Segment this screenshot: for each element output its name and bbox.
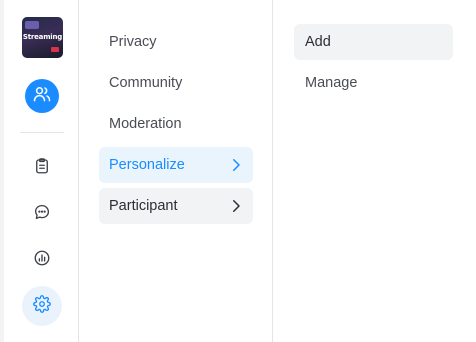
submenu-item-label: Add [305,34,331,50]
logo-text: Streaming [22,33,63,41]
rail-divider [20,132,64,133]
clipboard-icon [33,157,51,180]
rail-item-reports[interactable] [22,148,62,188]
logo-badge [51,47,59,52]
users-icon [32,84,52,109]
settings-menu: Privacy Community Moderation Personalize… [80,0,273,342]
submenu-item-label: Manage [305,75,358,91]
rail-item-analytics[interactable] [22,240,62,280]
personalize-submenu: Add Manage [274,0,474,342]
submenu-item-add[interactable]: Add [294,24,453,60]
menu-item-label: Moderation [109,116,182,132]
menu-item-community[interactable]: Community [99,65,253,101]
gear-icon [33,294,51,318]
menu-item-privacy[interactable]: Privacy [99,24,253,60]
app-rail: Streaming [4,0,79,342]
rail-item-users[interactable] [25,79,59,113]
analytics-icon [33,249,51,272]
chevron-right-icon [227,156,245,178]
menu-item-label: Personalize [109,157,185,173]
menu-item-personalize[interactable]: Personalize [99,147,253,183]
rail-item-chat[interactable] [22,194,62,234]
chevron-right-icon [227,197,245,219]
submenu-item-manage[interactable]: Manage [294,65,453,101]
app-logo[interactable]: Streaming [22,17,63,58]
menu-item-label: Community [109,75,183,91]
menu-item-participant[interactable]: Participant [99,188,253,224]
menu-item-moderation[interactable]: Moderation [99,106,253,142]
logo-decoration [25,21,39,29]
menu-item-label: Privacy [109,34,157,50]
rail-item-settings[interactable] [22,286,62,326]
menu-item-label: Participant [109,198,178,214]
chat-icon [33,203,51,226]
